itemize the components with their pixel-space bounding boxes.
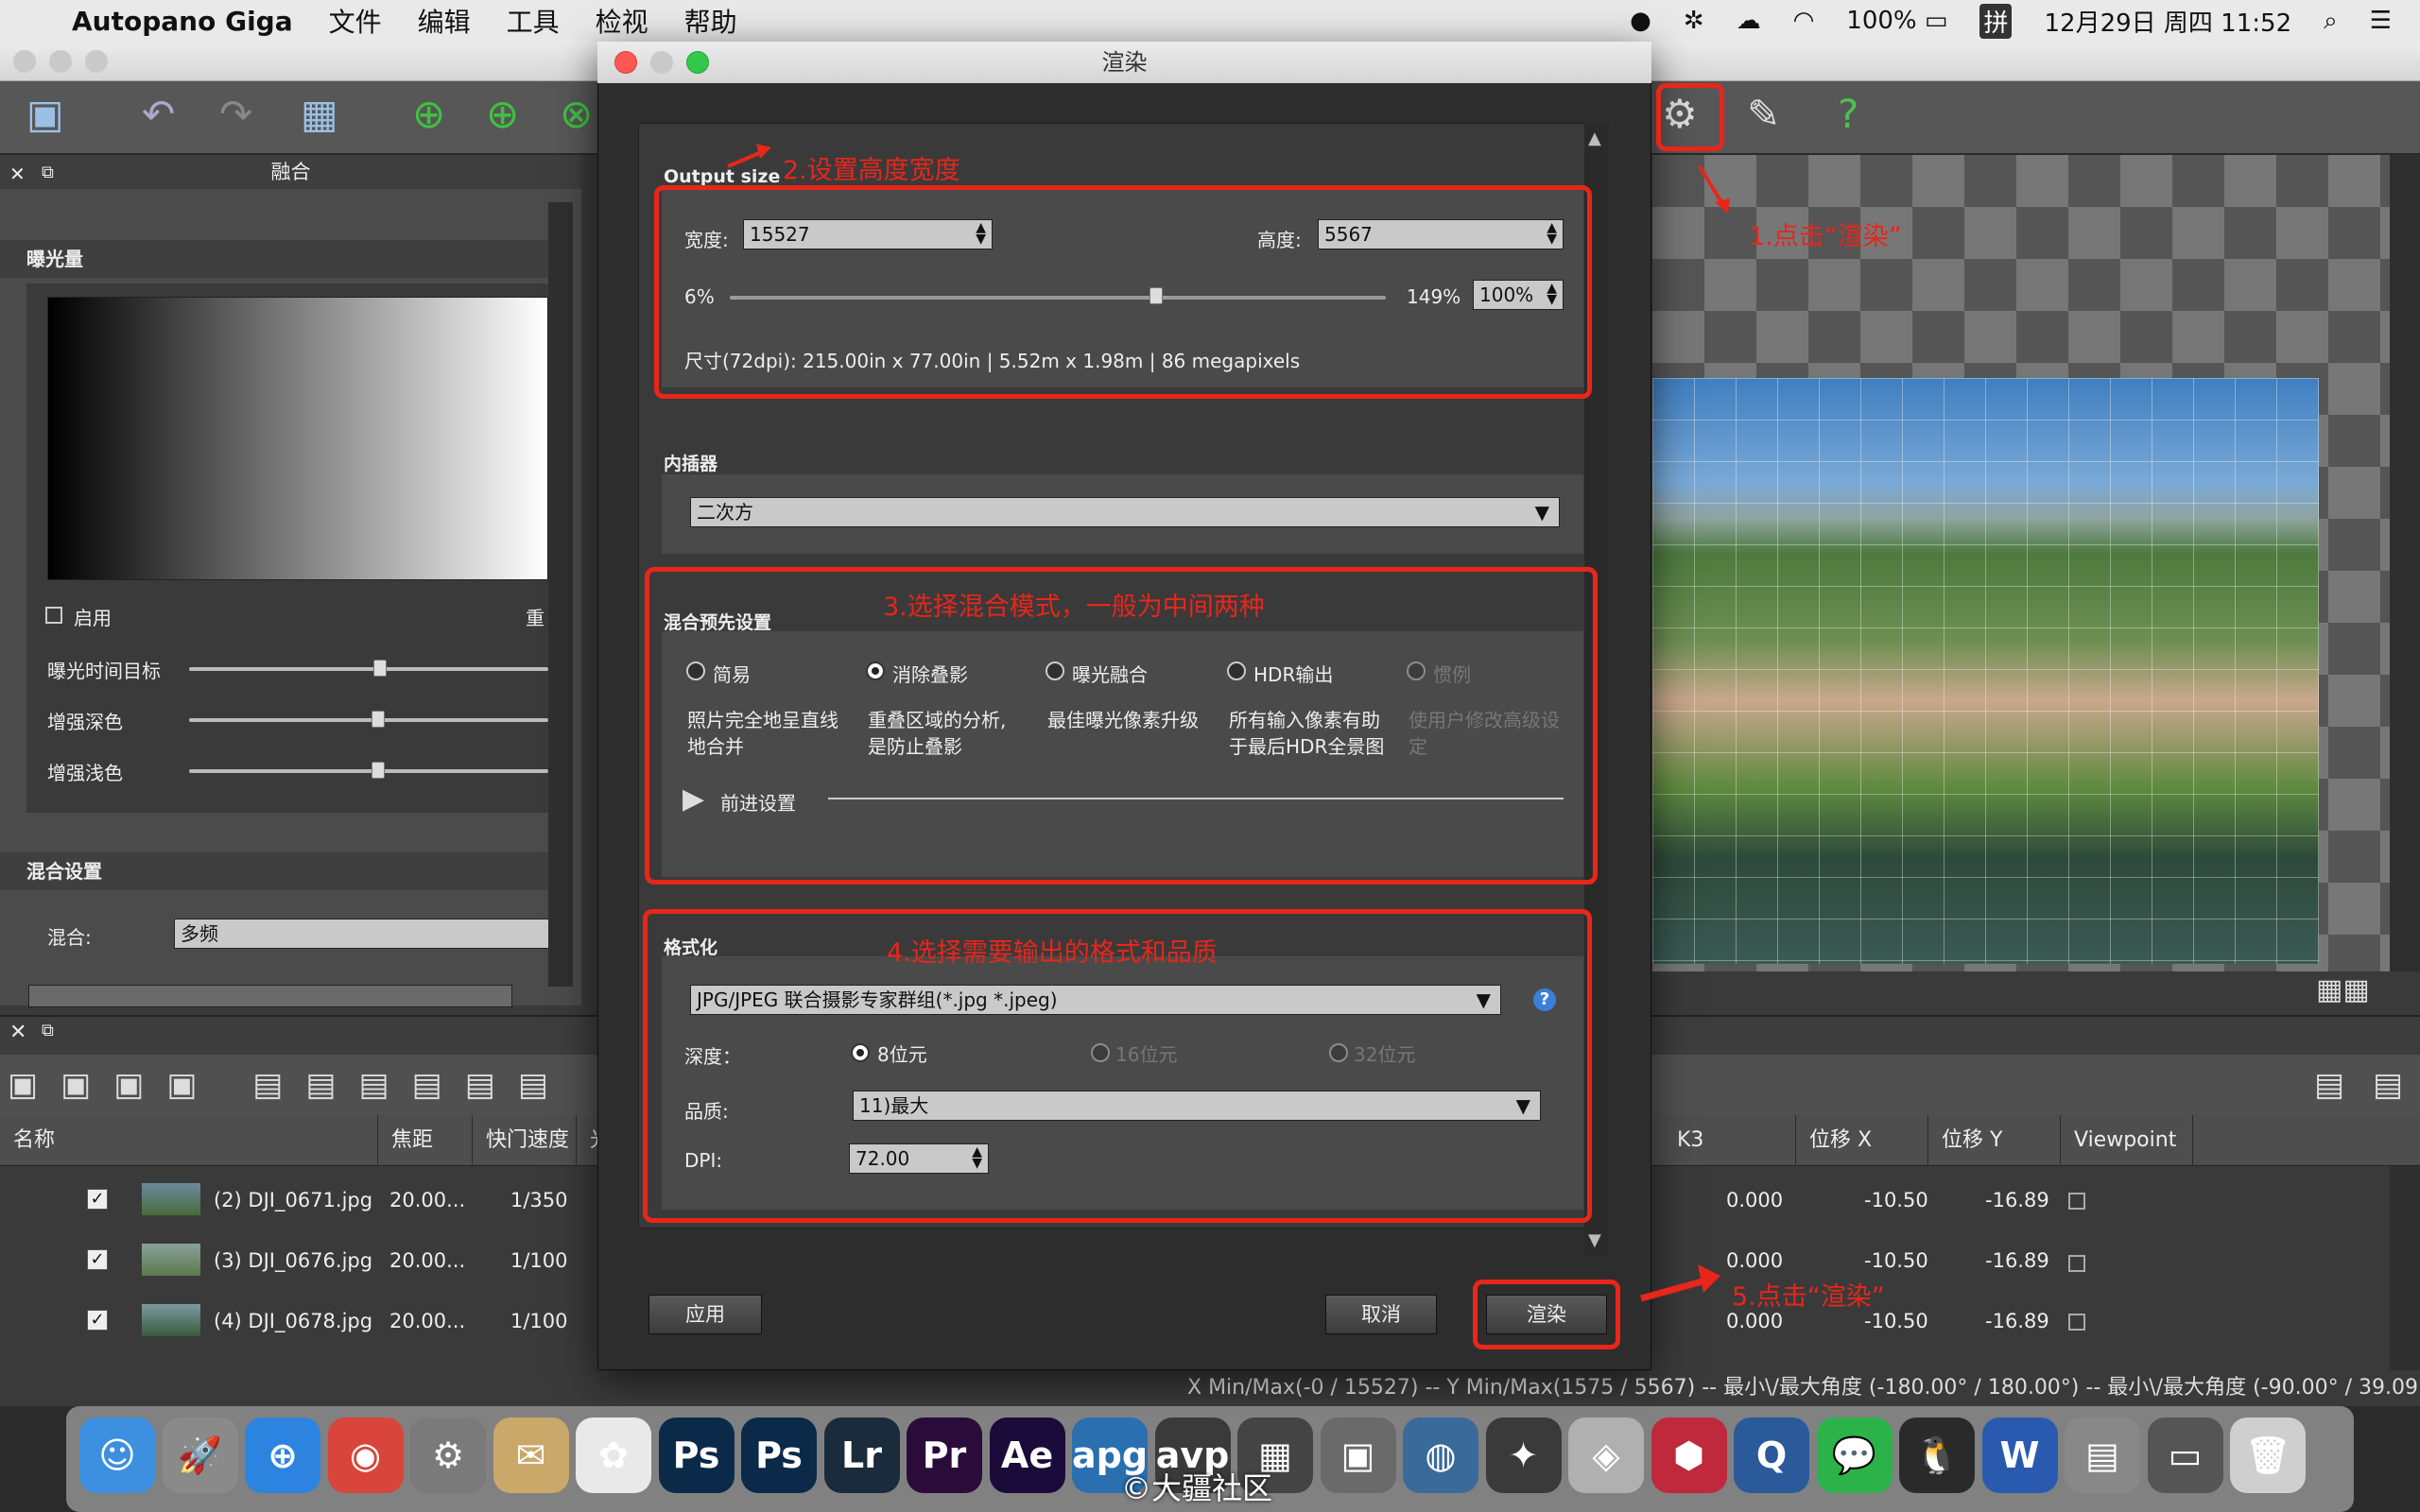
annotation-arrows [727,144,1730,1302]
dock-preview-app-icon[interactable]: ◈ [1568,1418,1644,1493]
dock-final-cut-icon[interactable]: ✦ [1485,1418,1562,1493]
dock-image-app-icon[interactable]: ▣ [1320,1418,1396,1493]
dock-photoshop-1-icon[interactable]: Ps [658,1418,735,1493]
dock-word-icon[interactable]: W [1981,1418,2058,1493]
dock-mail-icon[interactable]: ✉ [493,1418,569,1493]
dock-qq-icon[interactable]: 🐧 [1899,1418,1975,1493]
dock-downloads-icon[interactable]: ▤ [2065,1418,2140,1493]
dock-lightroom-icon[interactable]: Lr [823,1418,900,1493]
dock-launchpad-icon[interactable]: 🚀 [162,1418,238,1493]
dock-davinci-icon[interactable]: ⬢ [1651,1418,1727,1493]
dock-finder-icon[interactable]: ☺ [79,1418,155,1493]
dock-system-preferences-icon[interactable]: ⚙ [410,1418,486,1493]
dock-after-effects-icon[interactable]: Ae [989,1418,1065,1493]
dock-photos-icon[interactable]: ✿ [576,1418,651,1493]
dock-sphere-app-icon[interactable]: ◍ [1403,1418,1478,1493]
dock-quicktime-icon[interactable]: Q [1734,1418,1809,1493]
dock-wechat-icon[interactable]: 💬 [1816,1418,1893,1493]
dock-safari-icon[interactable]: ⊕ [245,1418,320,1493]
dock-photoshop-2-icon[interactable]: Ps [741,1418,817,1493]
dock-apg-file-icon[interactable]: ▭ [2147,1418,2223,1493]
watermark: ©大疆社区 [1121,1470,1273,1506]
dock-premiere-icon[interactable]: Pr [907,1418,982,1493]
dock-trash-icon[interactable]: 🗑 [2230,1418,2306,1493]
dock-chrome-icon[interactable]: ◉ [327,1418,404,1493]
